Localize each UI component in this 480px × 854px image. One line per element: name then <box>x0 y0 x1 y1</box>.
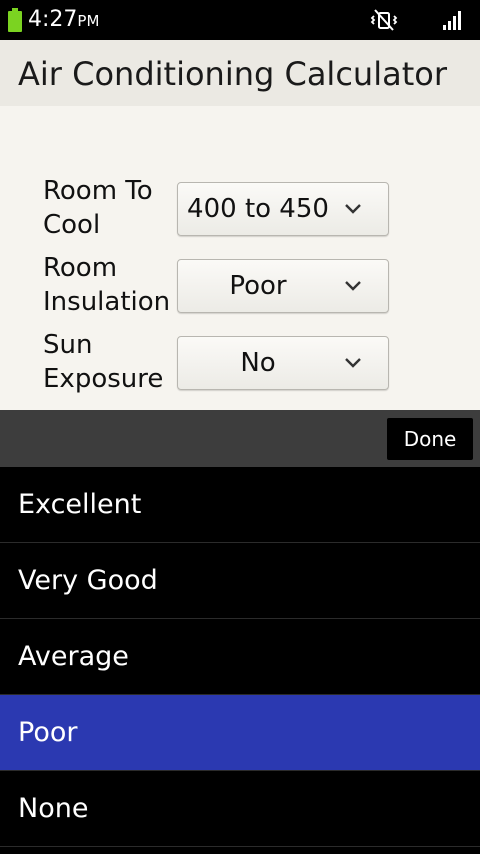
clock-time: 4:27 <box>28 7 78 32</box>
label-line: Exposure <box>43 364 164 394</box>
room-insulation-select[interactable]: Poor <box>177 259 389 313</box>
label-line: Room To <box>43 176 153 206</box>
select-value: No <box>240 348 276 378</box>
vibrate-icon <box>370 9 398 31</box>
label-line: Room <box>43 253 118 283</box>
chevron-down-icon <box>345 281 361 291</box>
clock-ampm: PM <box>77 12 100 30</box>
picker-toolbar: Done <box>0 410 480 467</box>
battery-icon <box>8 8 22 32</box>
room-to-cool-label: Room To Cool <box>43 174 153 242</box>
room-to-cool-select[interactable]: 400 to 450 <box>177 182 389 236</box>
select-value: Poor <box>229 271 287 301</box>
room-insulation-label: Room Insulation <box>43 251 170 319</box>
sun-exposure-select[interactable]: No <box>177 336 389 390</box>
chevron-down-icon <box>345 204 361 214</box>
status-bar: 4:27PM <box>0 0 480 40</box>
picker-option-average[interactable]: Average <box>0 619 480 695</box>
picker-option-none[interactable]: None <box>0 771 480 847</box>
chevron-down-icon <box>345 358 361 368</box>
label-line: Sun <box>43 330 93 360</box>
page-title: Air Conditioning Calculator <box>18 55 447 93</box>
label-line: Cool <box>43 210 101 240</box>
status-clock: 4:27PM <box>28 6 99 35</box>
sun-exposure-label: Sun Exposure <box>43 328 163 396</box>
signal-icon <box>443 11 461 30</box>
label-line: Insulation <box>43 287 171 317</box>
done-button[interactable]: Done <box>387 418 473 460</box>
picker-option-poor[interactable]: Poor <box>0 695 480 771</box>
select-value: 400 to 450 <box>187 194 329 224</box>
picker-list: Excellent Very Good Average Poor None <box>0 467 480 854</box>
picker-option-excellent[interactable]: Excellent <box>0 467 480 543</box>
title-bar: Air Conditioning Calculator <box>0 40 480 106</box>
picker-option-very-good[interactable]: Very Good <box>0 543 480 619</box>
